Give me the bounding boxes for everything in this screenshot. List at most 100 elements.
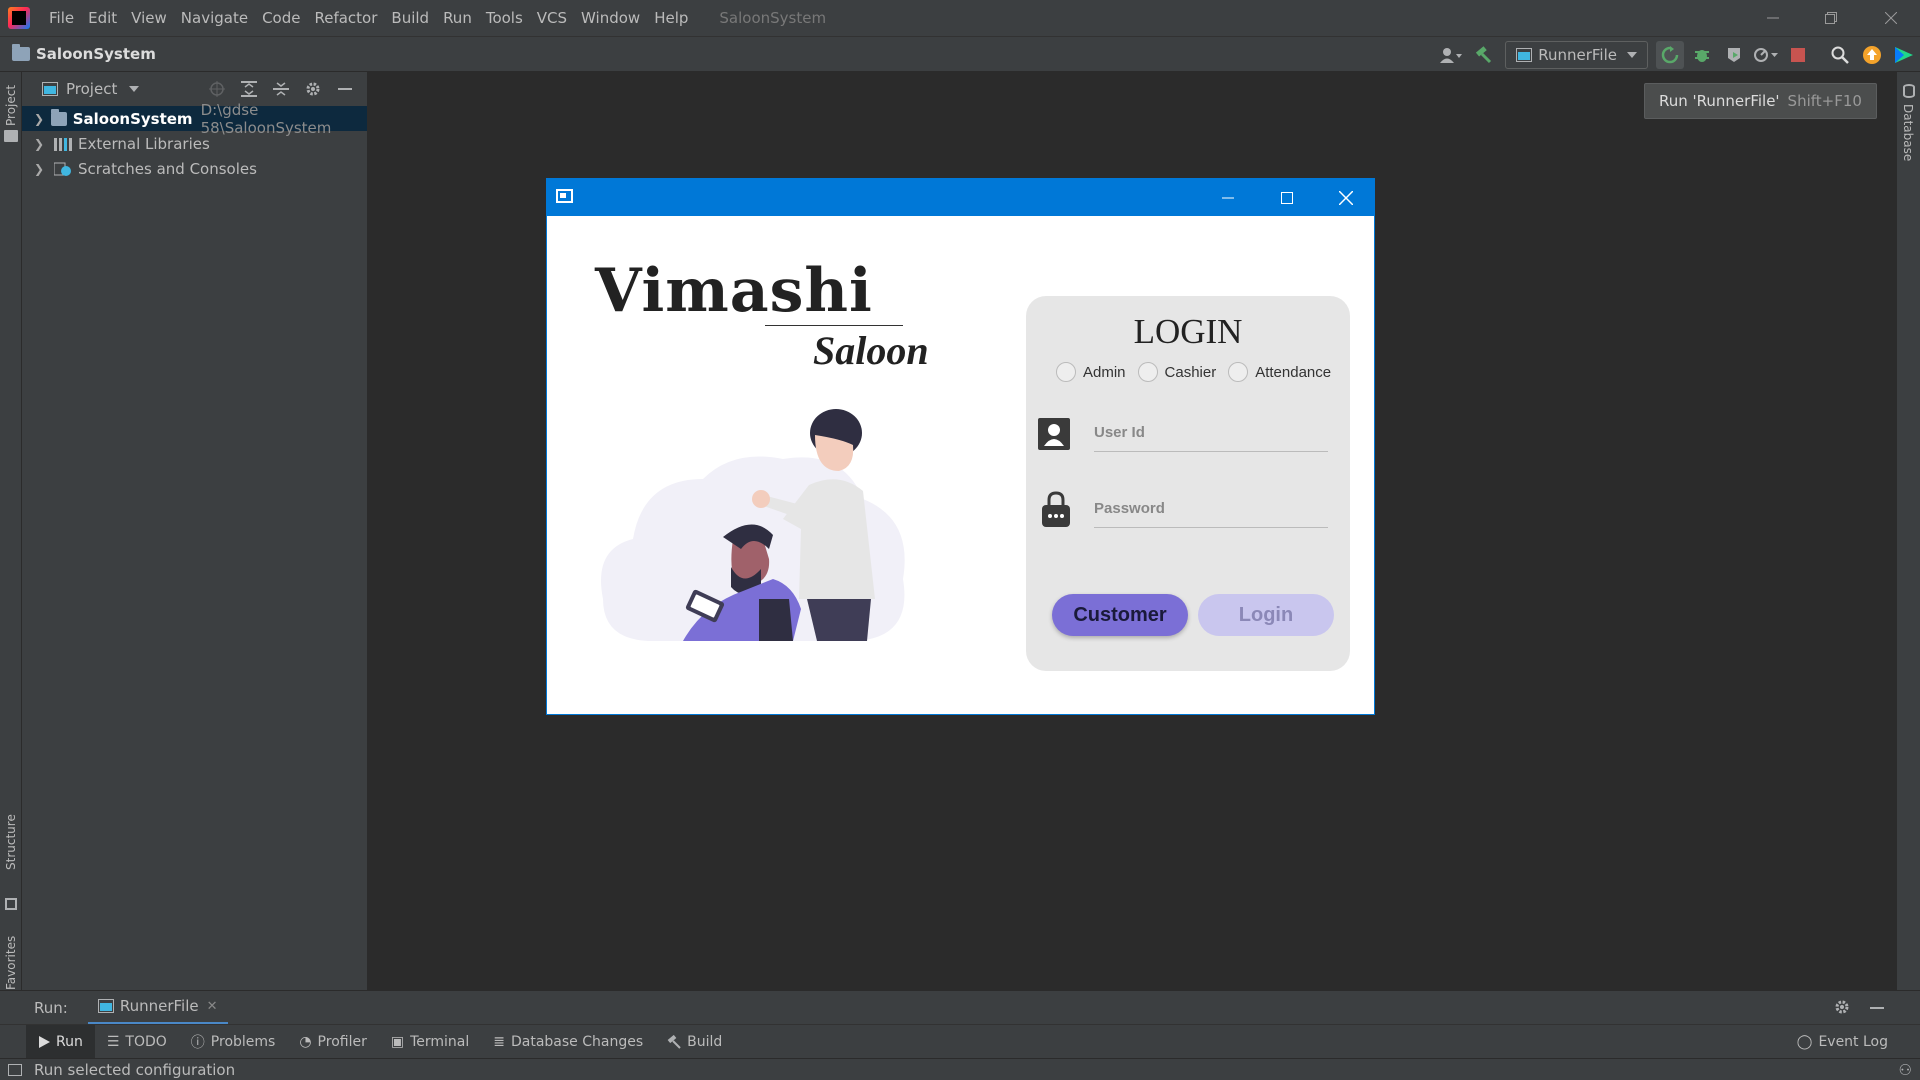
speech-bubble-icon: ◯ bbox=[1796, 1033, 1813, 1050]
bottom-tab-label: Build bbox=[687, 1033, 723, 1050]
chevron-right-icon[interactable]: ❯ bbox=[34, 112, 51, 126]
ide-close-button[interactable] bbox=[1862, 0, 1920, 36]
gear-icon[interactable] bbox=[1834, 999, 1850, 1019]
breadcrumb[interactable]: SaloonSystem bbox=[12, 44, 156, 63]
tool-tab-favorites[interactable]: Favorites bbox=[4, 936, 18, 990]
radio-circle[interactable] bbox=[1228, 362, 1249, 382]
bottom-tab-label: Terminal bbox=[410, 1033, 470, 1050]
run-config-icon bbox=[1516, 48, 1533, 62]
menu-help[interactable]: Help bbox=[647, 9, 695, 27]
menu-tools[interactable]: Tools bbox=[479, 9, 530, 27]
user-icon[interactable] bbox=[1437, 41, 1465, 69]
bottom-tab-todo[interactable]: ☰ TODO bbox=[95, 1025, 179, 1059]
radio-label: Admin bbox=[1083, 363, 1126, 381]
chevron-right-icon[interactable]: ❯ bbox=[34, 137, 54, 151]
hide-panel-icon[interactable] bbox=[329, 76, 361, 102]
tree-item-scratches[interactable]: ❯ Scratches and Consoles bbox=[22, 156, 367, 181]
brand-subtitle: Saloon bbox=[813, 328, 929, 373]
debug-button[interactable] bbox=[1688, 41, 1716, 69]
menu-run[interactable]: Run bbox=[436, 9, 479, 27]
update-icon bbox=[1863, 46, 1881, 64]
run-tab-runnerfile[interactable]: RunnerFile ✕ bbox=[87, 991, 228, 1025]
chevron-right-icon[interactable]: ❯ bbox=[34, 162, 54, 176]
build-hammer-icon[interactable] bbox=[1469, 41, 1497, 69]
tool-tab-database[interactable]: Database bbox=[1901, 104, 1915, 161]
login-button[interactable]: Login bbox=[1198, 594, 1334, 636]
project-view-label[interactable]: Project bbox=[66, 80, 117, 98]
hide-panel-icon[interactable] bbox=[1870, 1001, 1884, 1019]
run-tooltip: Run 'RunnerFile' Shift+F10 bbox=[1644, 83, 1877, 119]
menu-window[interactable]: Window bbox=[574, 9, 647, 27]
ide-restore-button[interactable] bbox=[1802, 0, 1860, 36]
coverage-button[interactable] bbox=[1720, 41, 1748, 69]
customer-button[interactable]: Customer bbox=[1052, 594, 1188, 636]
toolbox-button[interactable] bbox=[1890, 41, 1918, 69]
lock-icon bbox=[1042, 491, 1070, 527]
tool-tab-project[interactable]: Project bbox=[4, 85, 18, 126]
menu-code[interactable]: Code bbox=[255, 9, 307, 27]
menu-navigate[interactable]: Navigate bbox=[174, 9, 255, 27]
expand-all-icon[interactable] bbox=[233, 76, 265, 102]
scratches-icon bbox=[54, 162, 71, 176]
brand-divider bbox=[765, 325, 903, 326]
locate-icon[interactable] bbox=[201, 76, 233, 102]
run-rerun-button[interactable] bbox=[1656, 41, 1684, 69]
event-log-tab[interactable]: ◯ Event Log bbox=[1785, 1025, 1900, 1059]
password-input[interactable]: Password bbox=[1094, 492, 1328, 528]
menu-bar: File Edit View Navigate Code Refactor Bu… bbox=[0, 0, 1920, 36]
menu-refactor[interactable]: Refactor bbox=[307, 9, 384, 27]
radio-circle[interactable] bbox=[1056, 362, 1076, 382]
profiler-button[interactable] bbox=[1752, 41, 1780, 69]
bottom-tab-terminal[interactable]: ▣ Terminal bbox=[379, 1025, 481, 1059]
bottom-tab-profiler[interactable]: ◔ Profiler bbox=[287, 1025, 379, 1059]
build-hammer-icon bbox=[667, 1034, 681, 1049]
tool-tab-structure[interactable]: Structure bbox=[4, 814, 18, 870]
stop-button[interactable] bbox=[1784, 41, 1812, 69]
bottom-tab-build[interactable]: Build bbox=[655, 1025, 734, 1059]
search-everywhere-button[interactable] bbox=[1826, 41, 1854, 69]
run-configuration-select[interactable]: RunnerFile bbox=[1505, 41, 1648, 69]
app-titlebar[interactable] bbox=[547, 179, 1374, 216]
bottom-tab-problems[interactable]: ⓘ Problems bbox=[179, 1025, 288, 1059]
bottom-tool-tabs: Run ☰ TODO ⓘ Problems ◔ Profiler ▣ Termi… bbox=[0, 1024, 1920, 1059]
navigation-bar: SaloonSystem RunnerFile bbox=[0, 36, 1920, 72]
menu-vcs[interactable]: VCS bbox=[530, 9, 574, 27]
login-title: LOGIN bbox=[1133, 312, 1243, 351]
chevron-down-icon[interactable] bbox=[129, 86, 140, 92]
gear-icon[interactable] bbox=[297, 76, 329, 102]
menu-build[interactable]: Build bbox=[384, 9, 436, 27]
bottom-tab-database-changes[interactable]: ≣ Database Changes bbox=[481, 1025, 655, 1059]
intellij-logo-icon bbox=[8, 7, 30, 29]
radio-attendance[interactable]: Attendance bbox=[1228, 362, 1331, 382]
close-icon bbox=[1339, 190, 1353, 205]
bottom-tab-label: Run bbox=[56, 1033, 83, 1050]
radio-admin[interactable]: Admin bbox=[1056, 362, 1126, 382]
menu-edit[interactable]: Edit bbox=[81, 9, 124, 27]
app-minimize-button[interactable] bbox=[1199, 179, 1257, 216]
rerun-icon bbox=[1661, 46, 1679, 64]
close-tab-icon[interactable]: ✕ bbox=[207, 999, 218, 1014]
app-close-button[interactable] bbox=[1317, 179, 1375, 216]
updates-button[interactable] bbox=[1858, 41, 1886, 69]
app-maximize-button[interactable] bbox=[1258, 179, 1316, 216]
userid-input[interactable]: User Id bbox=[1094, 416, 1328, 452]
tree-item-external-libraries[interactable]: ❯ External Libraries bbox=[22, 131, 367, 156]
collapse-all-icon[interactable] bbox=[265, 76, 297, 102]
toggle-tool-windows-icon[interactable] bbox=[8, 1063, 22, 1076]
tree-item-saloonsystem[interactable]: ❯ SaloonSystem D:\gdse 58\SaloonSystem bbox=[22, 101, 367, 137]
project-view-icon bbox=[42, 82, 58, 96]
saloon-app-window: Vimashi Saloon LOGIN Admin Cashier Atten… bbox=[546, 178, 1375, 715]
ide-minimize-button[interactable] bbox=[1744, 0, 1802, 36]
bug-icon bbox=[1695, 50, 1709, 62]
radio-cashier[interactable]: Cashier bbox=[1137, 362, 1216, 382]
radio-circle[interactable] bbox=[1137, 362, 1158, 382]
bottom-tab-run[interactable]: Run bbox=[26, 1024, 95, 1059]
breadcrumb-project[interactable]: SaloonSystem bbox=[36, 45, 156, 63]
menu-view[interactable]: View bbox=[124, 9, 174, 27]
notifications-icon[interactable]: ⚇ bbox=[1899, 1061, 1912, 1079]
window-title: SaloonSystem bbox=[719, 9, 827, 27]
menu-file[interactable]: File bbox=[42, 9, 81, 27]
run-config-label: RunnerFile bbox=[1538, 46, 1617, 64]
tree-item-label: Scratches and Consoles bbox=[78, 159, 257, 178]
structure-icon bbox=[5, 898, 17, 910]
